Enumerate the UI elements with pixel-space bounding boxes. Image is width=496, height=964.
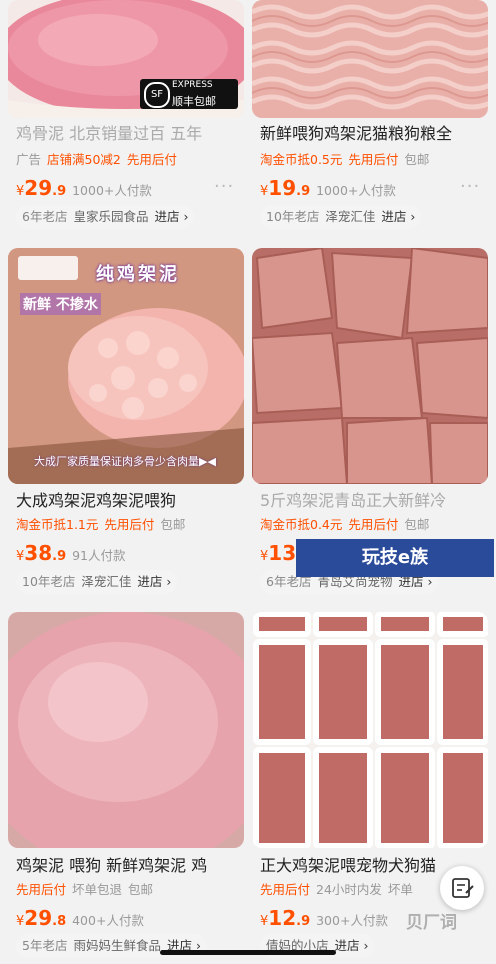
product-title[interactable]: 大成鸡架泥鸡架泥喂狗 [16, 491, 242, 511]
pay-later-tag: 先用后付 [104, 517, 155, 532]
coin-discount-tag: 淘金币抵0.4元 [260, 517, 343, 532]
fast-shipping-tag: 24小时内发 [316, 882, 382, 897]
enter-shop-label: 进店 › [154, 209, 189, 224]
price-integer: 29 [24, 176, 53, 200]
discount-tag: 店铺满50减2 [47, 152, 121, 167]
product-tags: 淘金币抵0.5元 先用后付 包邮 [260, 152, 435, 168]
pay-later-tag: 先用后付 [126, 152, 177, 167]
price-decimal: .9 [296, 184, 311, 199]
price-integer: 38 [24, 541, 53, 565]
shop-link[interactable]: 6年老店 皇家乐园食品 进店 › [16, 205, 195, 229]
free-shipping-tag: 包邮 [404, 152, 430, 167]
price-row: ¥12.9 300+人付款 [260, 906, 388, 930]
sf-logo-icon: SF [144, 82, 170, 108]
more-options-icon[interactable]: ··· [214, 176, 234, 197]
refund-tag: 坏单包退 [72, 882, 123, 897]
pay-later-tag: 先用后付 [16, 882, 67, 897]
price-integer: 29 [24, 906, 53, 930]
pay-later-tag: 先用后付 [348, 517, 399, 532]
shop-name: 皇家乐园食品 [73, 209, 149, 224]
free-shipping-tag: 包邮 [128, 882, 154, 897]
refund-tag: 坏单 [387, 882, 413, 897]
price-decimal: .8 [52, 914, 67, 929]
product-image[interactable] [8, 612, 244, 848]
shop-age: 6年老店 [22, 209, 68, 224]
product-grid: SF EXPRESS 顺丰包邮 鸡骨泥 北京销量过百 五年 广告 店铺满50减2 先… [0, 0, 496, 964]
sales-count: 300+人付款 [316, 913, 388, 928]
price-decimal: .9 [52, 549, 67, 564]
price-integer: 19 [268, 176, 297, 200]
shop-name: 泽宠汇佳 [325, 209, 376, 224]
product-tags: 先用后付 24小时内发 坏单 [260, 882, 419, 898]
free-shipping-tag: 包邮 [404, 517, 430, 532]
product-tags: 淘金币抵1.1元 先用后付 包邮 [16, 517, 191, 533]
shop-name: 雨妈妈生鲜食品 [73, 938, 161, 953]
pay-later-tag: 先用后付 [348, 152, 399, 167]
product-title[interactable]: 鸡架泥 喂狗 新鲜鸡架泥 鸡 [16, 856, 242, 876]
product-title[interactable]: 鸡骨泥 北京销量过百 五年 [16, 124, 242, 144]
enter-shop-label: 进店 › [381, 209, 416, 224]
corner-watermark: 贝厂词 [406, 913, 457, 933]
price-row: ¥38.9 91人付款 [16, 541, 126, 565]
watermark-logo: 玩技e族 [296, 539, 494, 577]
product-image[interactable] [252, 0, 488, 118]
product-tags: 广告 店铺满50减2 先用后付 [16, 152, 183, 168]
product-tags: 淘金币抵0.4元 先用后付 包邮 [260, 517, 435, 533]
product-image[interactable] [252, 248, 488, 484]
shop-age: 10年老店 [266, 209, 320, 224]
shop-age: 10年老店 [22, 574, 76, 589]
free-shipping-tag: 包邮 [160, 517, 186, 532]
express-label: EXPRESS [172, 80, 213, 90]
express-badge: SF EXPRESS 顺丰包邮 [140, 79, 238, 109]
price-row: ¥19.9 1000+人付款 [260, 176, 396, 200]
sales-count: 400+人付款 [72, 913, 144, 928]
sales-count: 91人付款 [72, 548, 126, 563]
home-indicator[interactable] [160, 950, 336, 955]
sales-count: 1000+人付款 [316, 183, 396, 198]
price-row: ¥29.9 1000+人付款 [16, 176, 152, 200]
pay-later-tag: 先用后付 [260, 882, 311, 897]
shop-link[interactable]: 10年老店 泽宠汇佳 进店 › [260, 205, 422, 229]
edit-icon [452, 878, 474, 898]
shop-name: 泽宠汇佳 [81, 574, 132, 589]
product-image[interactable] [252, 612, 488, 848]
fresh-no-water-label: 新鲜 不掺水 [20, 293, 101, 315]
sales-count: 1000+人付款 [72, 183, 152, 198]
enter-shop-label: 进店 › [334, 938, 369, 953]
price-decimal: .9 [296, 914, 311, 929]
price-row: ¥29.8 400+人付款 [16, 906, 144, 930]
sf-free-shipping-label: 顺丰包邮 [172, 95, 216, 108]
price-row: ¥13 [260, 541, 296, 565]
ad-tag: 广告 [16, 152, 42, 167]
coin-discount-tag: 淘金币抵0.5元 [260, 152, 343, 167]
shop-link[interactable]: 10年老店 泽宠汇佳 进店 › [16, 570, 178, 594]
price-integer: 12 [268, 906, 297, 930]
product-title[interactable]: 新鲜喂狗鸡架泥猫粮狗粮全 [260, 124, 486, 144]
price-decimal: .9 [52, 184, 67, 199]
coin-discount-tag: 淘金币抵1.1元 [16, 517, 99, 532]
shop-age: 5年老店 [22, 938, 68, 953]
feedback-button[interactable] [440, 866, 484, 910]
product-title[interactable]: 5斤鸡架泥青岛正大新鲜冷 [260, 491, 486, 511]
price-integer: 13 [268, 541, 297, 565]
more-options-icon[interactable]: ··· [460, 176, 480, 197]
quality-caption: 大成厂家质量保证肉多骨少含肉量▶◀ [34, 455, 216, 468]
product-tags: 先用后付 坏单包退 包邮 [16, 882, 159, 898]
enter-shop-label: 进店 › [137, 574, 172, 589]
pure-chicken-banner: 纯鸡架泥 [96, 264, 180, 285]
